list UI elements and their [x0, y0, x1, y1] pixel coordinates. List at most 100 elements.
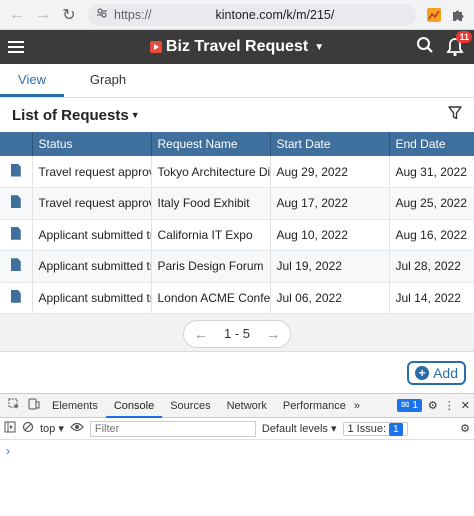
console-toolbar: top ▾ Default levels ▾ 1 Issue: 1 ⚙: [0, 418, 474, 440]
sidebar-toggle-icon[interactable]: [4, 421, 16, 436]
notification-bell-icon[interactable]: 11: [446, 31, 472, 57]
cell-end-date: Aug 16, 2022: [389, 219, 474, 251]
app-title[interactable]: Biz Travel Request ▼: [0, 38, 474, 56]
table-row[interactable]: Travel request approved Italy Food Exhib…: [0, 187, 474, 220]
list-title[interactable]: List of Requests: [12, 107, 129, 124]
cell-request-name: Paris Design Forum: [151, 250, 271, 283]
settings-gear-icon[interactable]: ⚙: [428, 399, 438, 412]
cell-request-name: Italy Food Exhibit: [151, 187, 271, 220]
next-page-arrow-icon[interactable]: →: [266, 326, 280, 342]
console-filter-input[interactable]: [89, 420, 256, 437]
cell-start-date: Jul 06, 2022: [270, 282, 390, 314]
message-icon: ✉: [401, 400, 413, 411]
devtools-tab-sources[interactable]: Sources: [162, 394, 218, 418]
cell-start-date: Aug 17, 2022: [270, 187, 390, 220]
notification-badge: 11: [456, 31, 472, 43]
pagination-area: ← 1 - 5 →: [0, 316, 474, 352]
site-info-icon[interactable]: [96, 7, 108, 22]
column-header-icon: [0, 132, 33, 156]
cell-status: Applicant submitted travel: [32, 219, 152, 251]
issues-count: 1: [389, 422, 403, 436]
extension-chart-icon[interactable]: [424, 5, 444, 25]
url-text: kintone.com/k/m/215/: [215, 7, 335, 22]
more-tabs-icon[interactable]: »: [354, 400, 360, 412]
column-header-end-date[interactable]: End Date: [389, 132, 474, 156]
document-icon: [10, 289, 21, 303]
message-count: 1: [412, 400, 418, 411]
extensions-puzzle-icon[interactable]: [448, 5, 468, 25]
cell-request-name: California IT Expo: [151, 219, 271, 251]
pagination: ← 1 - 5 →: [183, 319, 291, 348]
devtools-panel: Elements Console Sources Network Perform…: [0, 393, 474, 516]
record-detail-link[interactable]: [0, 282, 33, 314]
table-header-row: Status Request Name Start Date End Date: [0, 132, 474, 156]
record-detail-link[interactable]: [0, 156, 33, 188]
message-count-badge[interactable]: ✉ 1: [397, 399, 422, 412]
device-toolbar-icon[interactable]: [24, 398, 44, 413]
url-redacted: [157, 8, 210, 21]
records-table-container: Status Request Name Start Date End Date …: [0, 132, 474, 316]
app-icon: [149, 41, 162, 53]
cell-end-date: Jul 28, 2022: [389, 250, 474, 283]
column-header-request-name[interactable]: Request Name: [151, 132, 271, 156]
context-selector[interactable]: top ▾: [40, 422, 64, 435]
column-header-start-date[interactable]: Start Date: [270, 132, 390, 156]
cell-request-name: London ACME Conference: [151, 282, 271, 314]
issues-button[interactable]: 1 Issue: 1: [342, 421, 408, 436]
cell-status: Applicant submitted travel: [32, 282, 152, 314]
cell-start-date: Jul 19, 2022: [270, 250, 390, 283]
address-bar[interactable]: https:// kintone.com/k/m/215/: [88, 3, 416, 26]
back-arrow-icon[interactable]: ←: [6, 4, 28, 26]
table-row[interactable]: Applicant submitted travel Paris Design …: [0, 250, 474, 283]
search-icon[interactable]: [416, 36, 434, 59]
devtools-tab-console[interactable]: Console: [105, 394, 163, 418]
add-record-button[interactable]: + Add: [407, 361, 466, 385]
cell-end-date: Aug 25, 2022: [389, 187, 474, 220]
cell-status: Applicant submitted travel: [32, 250, 152, 283]
add-button-label: Add: [433, 365, 458, 381]
list-chevron-down-icon[interactable]: ▼: [131, 110, 140, 120]
filter-icon[interactable]: [448, 106, 462, 124]
previous-page-arrow-icon[interactable]: ←: [194, 326, 208, 342]
devtools-tab-elements[interactable]: Elements: [44, 394, 106, 418]
devtools-tab-network[interactable]: Network: [219, 394, 275, 418]
table-row[interactable]: Travel request approved Tokyo Architectu…: [0, 156, 474, 188]
close-icon[interactable]: ✕: [461, 399, 470, 412]
app-header: Biz Travel Request ▼ 11: [0, 30, 474, 64]
devtools-tab-bar: Elements Console Sources Network Perform…: [0, 394, 474, 418]
cell-request-name: Tokyo Architecture Display: [151, 156, 271, 188]
console-settings-gear-icon[interactable]: ⚙: [460, 422, 470, 435]
column-header-status[interactable]: Status: [32, 132, 152, 156]
document-icon: [10, 258, 21, 272]
table-row[interactable]: Applicant submitted travel London ACME C…: [0, 282, 474, 314]
record-detail-link[interactable]: [0, 219, 33, 251]
browser-toolbar: ← → ↻ https:// kintone.com/k/m/215/: [0, 0, 474, 30]
cell-start-date: Aug 29, 2022: [270, 156, 390, 188]
log-levels-dropdown[interactable]: Default levels ▾: [262, 422, 337, 435]
devtools-tab-performance[interactable]: Performance: [275, 394, 354, 418]
cell-status: Travel request approved: [32, 156, 152, 188]
cell-end-date: Jul 14, 2022: [389, 282, 474, 314]
menu-icon[interactable]: [8, 41, 30, 53]
more-options-icon[interactable]: ⋮: [444, 399, 455, 412]
issues-label: 1 Issue:: [347, 422, 387, 435]
clear-console-icon[interactable]: [22, 421, 34, 436]
records-table: Status Request Name Start Date End Date …: [0, 132, 474, 314]
tab-view[interactable]: View: [0, 72, 64, 97]
live-expression-eye-icon[interactable]: [70, 422, 84, 435]
table-row[interactable]: Applicant submitted travel California IT…: [0, 219, 474, 251]
document-icon: [10, 195, 21, 209]
document-icon: [10, 226, 21, 240]
record-detail-link[interactable]: [0, 250, 33, 283]
inspect-element-icon[interactable]: [4, 398, 24, 413]
page-range: 1 - 5: [223, 326, 250, 341]
url-scheme: https://: [114, 7, 152, 22]
forward-arrow-icon[interactable]: →: [32, 4, 54, 26]
record-detail-link[interactable]: [0, 187, 33, 220]
tab-graph[interactable]: Graph: [76, 72, 140, 97]
cell-status: Travel request approved: [32, 187, 152, 220]
reload-icon[interactable]: ↻: [58, 4, 80, 26]
console-prompt[interactable]: ›: [0, 440, 474, 462]
plus-circle-icon: +: [415, 366, 430, 380]
log-levels-label: Default levels: [261, 423, 328, 435]
